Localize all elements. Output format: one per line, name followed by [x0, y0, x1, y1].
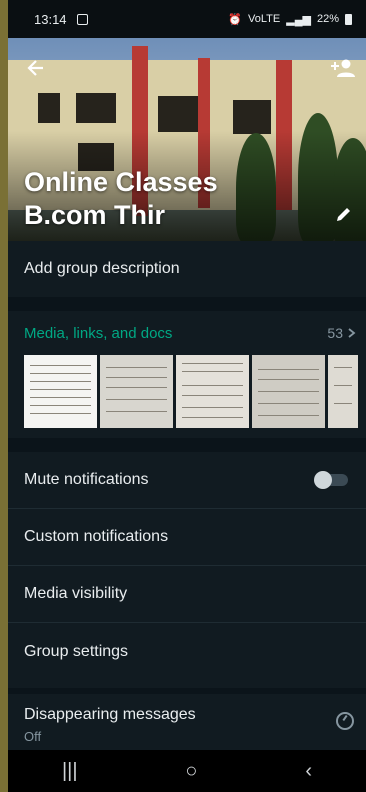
- recents-button[interactable]: |||: [62, 760, 78, 783]
- mute-toggle[interactable]: [314, 471, 348, 489]
- add-participant-button[interactable]: [328, 54, 358, 82]
- photo-window: [233, 100, 271, 134]
- gallery-notification-icon: [76, 13, 88, 25]
- media-visibility-label: Media visibility: [24, 585, 128, 602]
- back-button[interactable]: [22, 54, 50, 82]
- group-settings-row[interactable]: Group settings: [8, 623, 366, 680]
- timer-icon: [336, 712, 354, 730]
- photo-window: [38, 93, 60, 123]
- settings-list: Mute notifications Custom notifications …: [8, 452, 366, 688]
- alarm-icon: ⏰: [228, 13, 243, 26]
- disappearing-messages-label: Disappearing messages: [24, 706, 196, 723]
- photo-window: [76, 93, 116, 123]
- media-thumbnail[interactable]: [24, 355, 97, 428]
- mute-notifications-row[interactable]: Mute notifications: [8, 452, 366, 509]
- battery-icon: [345, 13, 352, 25]
- media-thumbnail[interactable]: [252, 355, 325, 428]
- phone-screen: 13:14 ⏰ VoLTE ▂▄▆ 22% Online Classes B.c…: [8, 0, 366, 792]
- home-button[interactable]: ○: [185, 760, 197, 783]
- status-right: ⏰ VoLTE ▂▄▆ 22%: [228, 13, 352, 26]
- battery-percent: 22%: [316, 13, 339, 25]
- group-description-row[interactable]: Add group description: [8, 241, 366, 297]
- media-thumbnail[interactable]: [176, 355, 249, 428]
- disappearing-messages-row[interactable]: Disappearing messages Off: [8, 694, 366, 750]
- back-nav-button[interactable]: ‹: [305, 760, 312, 783]
- pencil-icon: [337, 208, 350, 221]
- media-thumbnail[interactable]: [328, 355, 358, 428]
- status-bar: 13:14 ⏰ VoLTE ▂▄▆ 22%: [8, 0, 366, 38]
- mute-notifications-label: Mute notifications: [24, 471, 149, 488]
- arrow-left-icon: [27, 60, 43, 76]
- signal-bars-icon: ▂▄▆: [286, 13, 311, 26]
- edit-name-button[interactable]: [330, 200, 358, 228]
- custom-notifications-label: Custom notifications: [24, 528, 169, 545]
- media-count-value: 53: [327, 325, 343, 341]
- media-thumbnails: [24, 355, 366, 428]
- media-visibility-row[interactable]: Media visibility: [8, 566, 366, 623]
- media-section: Media, links, and docs 53: [8, 311, 366, 438]
- media-header[interactable]: Media, links, and docs 53: [8, 311, 366, 355]
- group-header-photo[interactable]: Online Classes B.com Thir: [8, 38, 366, 241]
- group-settings-label: Group settings: [24, 642, 129, 660]
- disappearing-messages-value: Off: [24, 729, 42, 744]
- toggle-knob: [314, 471, 332, 489]
- media-count: 53: [327, 325, 356, 341]
- signal-text: VoLTE: [248, 13, 281, 25]
- photo-window: [158, 96, 200, 132]
- group-name: Online Classes B.com Thir: [24, 167, 218, 230]
- system-nav-bar: ||| ○ ‹: [8, 750, 366, 792]
- custom-notifications-row[interactable]: Custom notifications: [8, 509, 366, 566]
- chevron-right-icon: [348, 328, 356, 338]
- add-person-icon: [331, 59, 355, 77]
- add-description-label: Add group description: [24, 260, 180, 277]
- media-label: Media, links, and docs: [24, 324, 173, 342]
- status-time: 13:14: [34, 11, 67, 27]
- media-thumbnail[interactable]: [100, 355, 173, 428]
